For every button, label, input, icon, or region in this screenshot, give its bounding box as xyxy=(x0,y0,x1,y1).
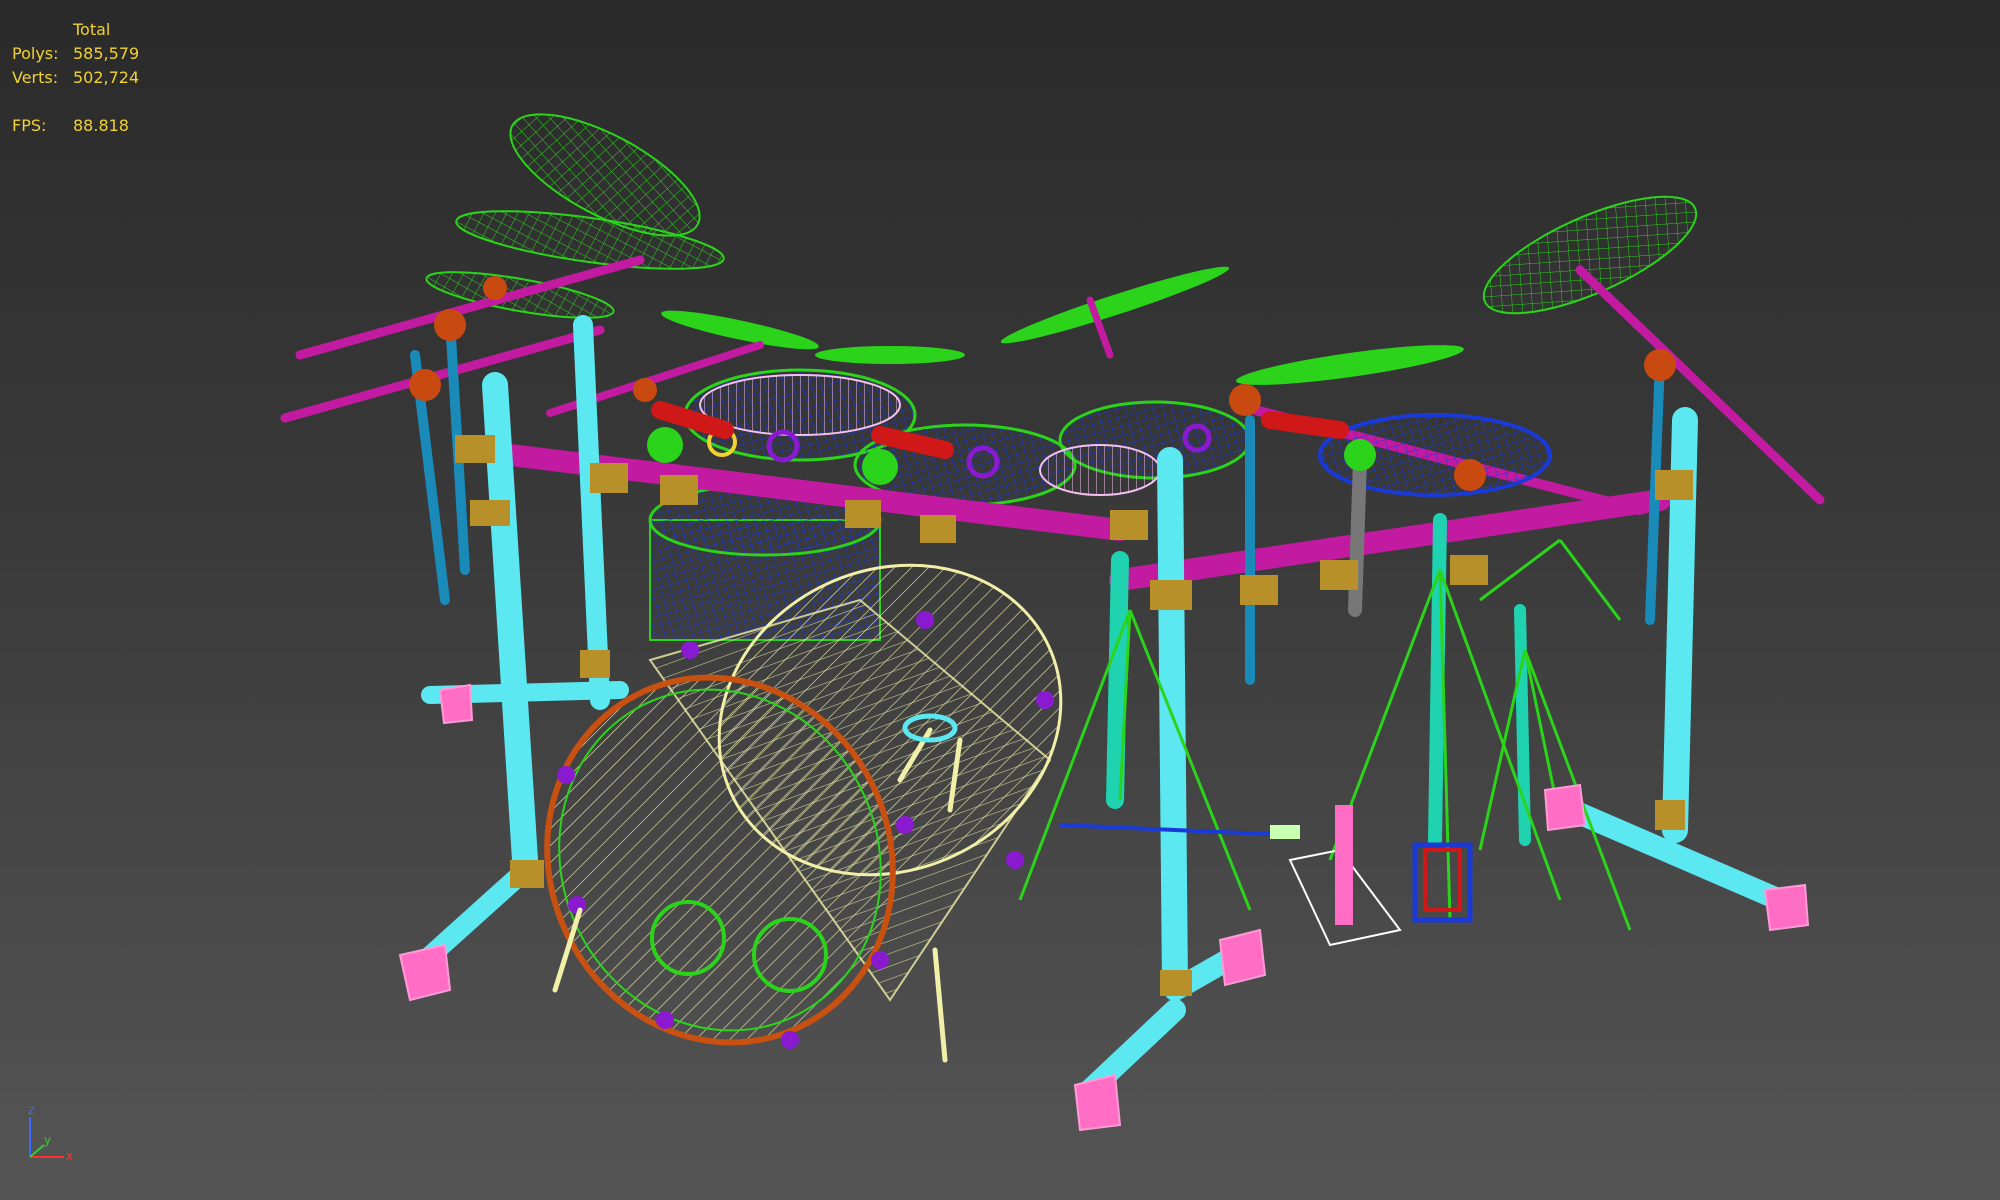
fps-row: FPS: 88.818 xyxy=(12,114,139,138)
polys-row: Polys: 585,579 xyxy=(12,42,139,66)
fps-label: FPS: xyxy=(12,116,47,135)
axis-gizmo-icon: z y x xyxy=(22,1103,82,1165)
viewport-statistics: Total Polys: 585,579 Verts: 502,724 FPS:… xyxy=(12,18,139,138)
verts-value: 502,724 xyxy=(73,68,140,87)
cymbal-china xyxy=(815,346,965,364)
stats-header-row: Total xyxy=(12,18,139,42)
3d-viewport[interactable]: Total Polys: 585,579 Verts: 502,724 FPS:… xyxy=(0,0,2000,1200)
polys-label: Polys: xyxy=(12,44,59,63)
bass-pedal xyxy=(1059,805,1473,947)
axis-z-label: z xyxy=(28,1103,35,1117)
verts-label: Verts: xyxy=(12,68,59,87)
drum-kit-wireframe xyxy=(280,113,1825,1132)
cymbal-ride-center xyxy=(1000,266,1230,344)
verts-row: Verts: 502,724 xyxy=(12,66,139,90)
stats-header: Total xyxy=(73,20,111,39)
cymbal-crash-right xyxy=(1482,195,1698,315)
bass-drum xyxy=(544,563,1063,1063)
fps-value: 88.818 xyxy=(73,116,129,135)
cymbal-group xyxy=(425,113,1698,385)
axis-x-label: x xyxy=(66,1149,74,1163)
axis-y-label: y xyxy=(44,1133,52,1147)
stats-spacer xyxy=(12,90,139,114)
tom-drums xyxy=(648,368,1552,641)
polys-value: 585,579 xyxy=(73,44,140,63)
cymbal-crash-right-mid xyxy=(1236,345,1464,385)
